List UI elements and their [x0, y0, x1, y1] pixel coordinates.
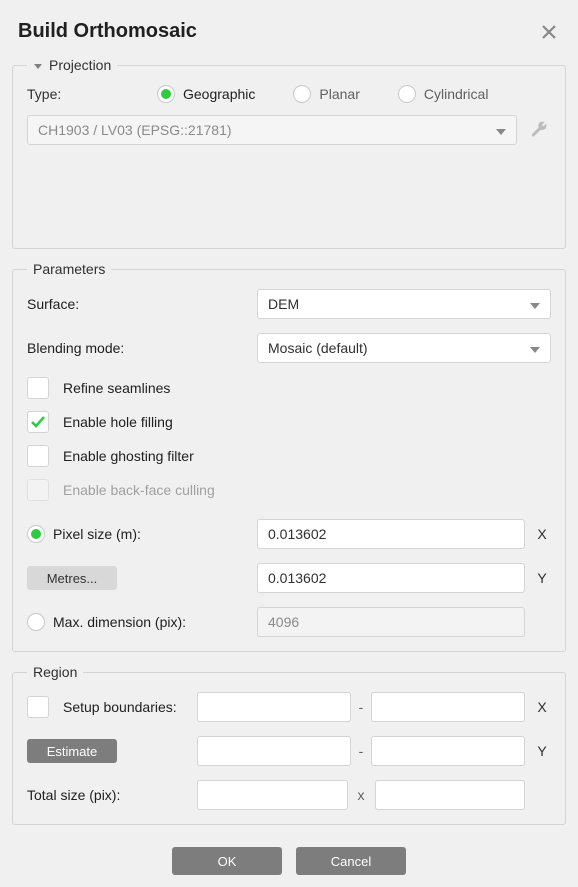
- setup-boundaries-label: Setup boundaries:: [63, 699, 177, 715]
- projection-type-label: Type:: [27, 86, 157, 102]
- crs-combo[interactable]: CH1903 / LV03 (EPSG::21781): [27, 115, 517, 145]
- radio-planar-label: Planar: [319, 86, 359, 102]
- parameters-group: Parameters Surface: DEM Blending mode: M…: [12, 261, 566, 652]
- dash-sep-2: -: [359, 743, 364, 759]
- refine-seamlines-row: Refine seamlines: [27, 377, 551, 399]
- radio-planar[interactable]: [293, 85, 311, 103]
- title-bar: Build Orthomosaic: [12, 10, 566, 57]
- metres-button[interactable]: Metres...: [27, 566, 117, 590]
- region-legend: Region: [27, 664, 83, 680]
- ok-button[interactable]: OK: [172, 847, 282, 875]
- region-group: Region Setup boundaries: - X Estimate - …: [12, 664, 566, 825]
- chevron-down-icon: [530, 296, 540, 312]
- build-orthomosaic-dialog: Build Orthomosaic Projection Type: Geogr…: [0, 0, 578, 887]
- total-size-row: Total size (pix): x: [27, 780, 551, 810]
- axis-x-label: X: [533, 526, 551, 542]
- projection-legend: Projection: [27, 57, 117, 73]
- crs-value: CH1903 / LV03 (EPSG::21781): [38, 122, 232, 138]
- surface-combo[interactable]: DEM: [257, 289, 551, 319]
- radio-pixel-size[interactable]: [27, 525, 45, 543]
- estimate-button[interactable]: Estimate: [27, 739, 117, 763]
- blending-label: Blending mode:: [27, 340, 257, 356]
- cancel-button[interactable]: Cancel: [296, 847, 406, 875]
- pixel-size-y-input[interactable]: [257, 563, 525, 593]
- enable-backface-checkbox: [27, 479, 49, 501]
- pixel-size-x-row: Pixel size (m): X: [27, 519, 551, 549]
- enable-ghosting-row: Enable ghosting filter: [27, 445, 551, 467]
- projection-type-radios: Geographic Planar Cylindrical: [157, 85, 488, 103]
- enable-hole-filling-label: Enable hole filling: [63, 414, 173, 430]
- chevron-down-icon: [530, 340, 540, 356]
- times-sep: x: [358, 787, 365, 803]
- setup-boundaries-checkbox[interactable]: [27, 696, 49, 718]
- region-axis-y: Y: [533, 743, 551, 759]
- max-dim-input: [257, 607, 525, 637]
- blending-value: Mosaic (default): [268, 340, 368, 356]
- projection-group: Projection Type: Geographic Planar Cylin…: [12, 57, 566, 249]
- projection-legend-text: Projection: [49, 57, 111, 73]
- pixel-size-y-row: Metres... Y: [27, 563, 551, 593]
- total-size-label: Total size (pix):: [27, 787, 197, 803]
- wrench-icon[interactable]: [527, 118, 551, 142]
- crs-row: CH1903 / LV03 (EPSG::21781): [27, 115, 551, 145]
- radio-geographic[interactable]: [157, 85, 175, 103]
- max-dim-row: Max. dimension (pix):: [27, 607, 551, 637]
- axis-spacer-2: [533, 787, 551, 803]
- refine-seamlines-label: Refine seamlines: [63, 380, 170, 396]
- max-dim-label: Max. dimension (pix):: [53, 614, 186, 630]
- blending-row: Blending mode: Mosaic (default): [27, 333, 551, 363]
- region-axis-x: X: [533, 699, 551, 715]
- parameters-legend: Parameters: [27, 261, 111, 277]
- boundaries-y-row: Estimate - Y: [27, 736, 551, 766]
- boundary-y-max-input[interactable]: [371, 736, 525, 766]
- boundaries-x-row: Setup boundaries: - X: [27, 692, 551, 722]
- axis-spacer: [533, 614, 551, 630]
- boundary-y-min-input[interactable]: [197, 736, 351, 766]
- axis-y-label: Y: [533, 570, 551, 586]
- enable-ghosting-checkbox[interactable]: [27, 445, 49, 467]
- enable-hole-filling-row: Enable hole filling: [27, 411, 551, 433]
- radio-max-dim[interactable]: [27, 613, 45, 631]
- dialog-buttons: OK Cancel: [12, 837, 566, 875]
- dialog-title: Build Orthomosaic: [18, 20, 538, 43]
- pixel-size-label: Pixel size (m):: [53, 526, 141, 542]
- refine-seamlines-checkbox[interactable]: [27, 377, 49, 399]
- pixel-size-radio-wrap: Pixel size (m):: [27, 525, 257, 543]
- chevron-down-icon: [496, 122, 506, 138]
- surface-row: Surface: DEM: [27, 289, 551, 319]
- blending-combo[interactable]: Mosaic (default): [257, 333, 551, 363]
- estimate-wrap: Estimate: [27, 739, 197, 763]
- close-icon[interactable]: [538, 21, 560, 43]
- metres-btn-wrap: Metres...: [27, 566, 257, 590]
- projection-type-row: Type: Geographic Planar Cylindrical: [27, 85, 551, 103]
- boundary-x-min-input[interactable]: [197, 692, 351, 722]
- setup-boundaries-wrap: Setup boundaries:: [27, 696, 197, 718]
- surface-label: Surface:: [27, 296, 257, 312]
- dash-sep: -: [359, 699, 364, 715]
- enable-hole-filling-checkbox[interactable]: [27, 411, 49, 433]
- enable-ghosting-label: Enable ghosting filter: [63, 448, 194, 464]
- total-size-h-input[interactable]: [375, 780, 526, 810]
- triangle-down-icon[interactable]: [33, 61, 43, 71]
- max-dim-radio-wrap: Max. dimension (pix):: [27, 613, 257, 631]
- total-size-w-input[interactable]: [197, 780, 348, 810]
- pixel-size-x-input[interactable]: [257, 519, 525, 549]
- radio-cylindrical[interactable]: [398, 85, 416, 103]
- boundary-x-max-input[interactable]: [371, 692, 525, 722]
- enable-backface-row: Enable back-face culling: [27, 479, 551, 501]
- radio-cylindrical-label: Cylindrical: [424, 86, 489, 102]
- radio-geographic-label: Geographic: [183, 86, 255, 102]
- surface-value: DEM: [268, 296, 299, 312]
- enable-backface-label: Enable back-face culling: [63, 482, 215, 498]
